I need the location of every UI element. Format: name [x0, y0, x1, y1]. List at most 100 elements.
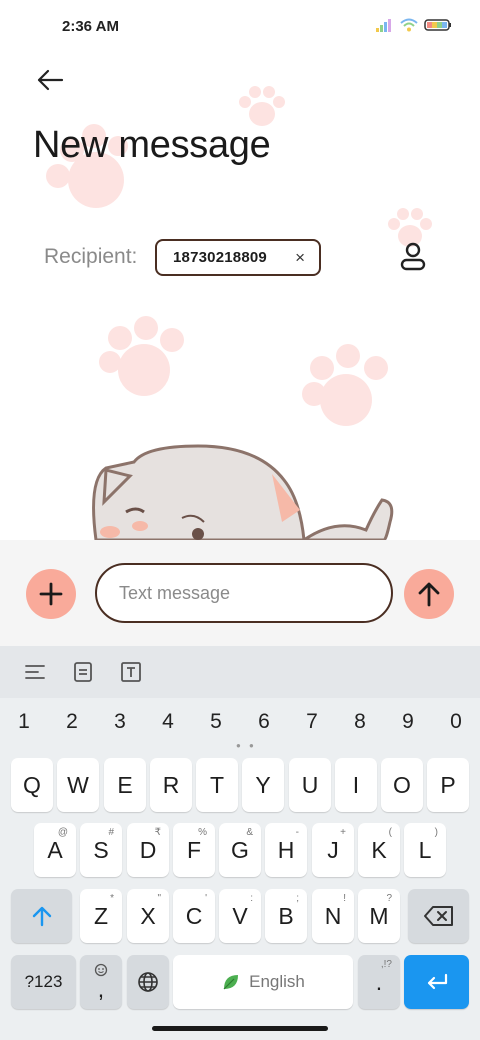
- period-hint: ,!?: [380, 959, 392, 970]
- enter-button[interactable]: [404, 955, 469, 1009]
- status-time: 2:36 AM: [62, 18, 119, 35]
- message-input[interactable]: [95, 563, 393, 623]
- key-j[interactable]: J +: [312, 823, 354, 877]
- key-d[interactable]: D ₹: [127, 823, 169, 877]
- key-label: A: [47, 836, 63, 863]
- key-label: M: [369, 902, 389, 929]
- key-5[interactable]: 5: [201, 710, 231, 734]
- key-hint: +: [340, 827, 346, 838]
- key-hint: %: [198, 827, 207, 838]
- home-indicator[interactable]: [152, 1026, 328, 1031]
- key-1[interactable]: 1: [9, 710, 39, 734]
- paw-decoration: [302, 344, 388, 426]
- emoji-comma-key[interactable]: ,: [80, 955, 122, 1009]
- key-hint: #: [108, 827, 114, 838]
- period-key[interactable]: . ,!?: [358, 955, 400, 1009]
- arrow-left-icon: [37, 69, 64, 91]
- cat-illustration: [92, 444, 394, 540]
- key-r[interactable]: R: [150, 758, 192, 812]
- back-button[interactable]: [30, 62, 70, 98]
- contacts-button[interactable]: [396, 240, 430, 274]
- symbols-button[interactable]: ?123: [11, 955, 76, 1009]
- remove-recipient-button[interactable]: ×: [295, 248, 305, 268]
- key-s[interactable]: S #: [80, 823, 122, 877]
- key-hint: :: [250, 893, 253, 904]
- key-x[interactable]: X ": [127, 889, 169, 943]
- key-label: F: [186, 836, 202, 863]
- key-a[interactable]: A @: [34, 823, 76, 877]
- key-u[interactable]: U: [289, 758, 331, 812]
- key-hint: ?: [386, 893, 392, 904]
- key-label: J: [327, 836, 339, 863]
- key-t[interactable]: T: [196, 758, 238, 812]
- space-bar[interactable]: English: [173, 955, 353, 1009]
- key-label: V: [232, 902, 248, 929]
- paw-decoration: [239, 86, 285, 126]
- key-0[interactable]: 0: [441, 710, 471, 734]
- status-bar: 2:36 AM: [0, 0, 480, 56]
- status-icons: [376, 18, 452, 32]
- key-hint: (: [388, 827, 392, 838]
- backspace-icon: [423, 906, 453, 926]
- backspace-button[interactable]: [408, 889, 469, 943]
- shift-button[interactable]: [11, 889, 72, 943]
- emoji-icon: [94, 963, 108, 977]
- key-p[interactable]: P: [427, 758, 469, 812]
- menu-icon[interactable]: [22, 659, 48, 685]
- key-o[interactable]: O: [381, 758, 423, 812]
- person-icon: [400, 242, 426, 271]
- number-row: 1 2 3 4 5 6 7 8 9 0: [0, 698, 480, 744]
- shift-arrow-icon: [32, 906, 51, 927]
- key-c[interactable]: C ': [173, 889, 215, 943]
- key-hint: ;: [296, 893, 299, 904]
- key-label: Z: [93, 902, 109, 929]
- plus-icon: [39, 582, 63, 606]
- arrow-up-icon: [418, 582, 440, 607]
- key-label: X: [140, 902, 156, 929]
- key-hint: ): [434, 827, 438, 838]
- key-label: D: [139, 836, 157, 863]
- text-format-icon[interactable]: [118, 659, 144, 685]
- clipboard-icon[interactable]: [70, 659, 96, 685]
- leaf-icon: [223, 975, 239, 990]
- key-hint: @: [57, 827, 68, 838]
- recipient-number: 18730218809: [173, 249, 267, 266]
- key-6[interactable]: 6: [249, 710, 279, 734]
- page-dots: ● ●: [236, 741, 257, 750]
- key-q[interactable]: Q: [11, 758, 53, 812]
- key-f[interactable]: F%: [173, 823, 215, 877]
- key-l[interactable]: L): [404, 823, 446, 877]
- key-8[interactable]: 8: [345, 710, 375, 734]
- send-button[interactable]: [404, 569, 454, 619]
- key-label: N: [324, 902, 342, 929]
- key-z[interactable]: Z *: [80, 889, 122, 943]
- key-3[interactable]: 3: [105, 710, 135, 734]
- key-2[interactable]: 2: [57, 710, 87, 734]
- key-label: L: [418, 836, 432, 863]
- key-m[interactable]: M?: [358, 889, 400, 943]
- language-button[interactable]: [127, 955, 169, 1009]
- key-k[interactable]: K(: [358, 823, 400, 877]
- key-hint: &: [246, 827, 253, 838]
- key-e[interactable]: E: [104, 758, 146, 812]
- key-7[interactable]: 7: [297, 710, 327, 734]
- recipient-chip[interactable]: 18730218809 ×: [155, 239, 321, 276]
- key-4[interactable]: 4: [153, 710, 183, 734]
- key-9[interactable]: 9: [393, 710, 423, 734]
- key-n[interactable]: N!: [312, 889, 354, 943]
- battery-icon: [424, 19, 451, 31]
- key-label: C: [185, 902, 203, 929]
- key-v[interactable]: V:: [219, 889, 261, 943]
- space-label: English: [249, 972, 305, 991]
- key-i[interactable]: I: [335, 758, 377, 812]
- keyboard: 1 2 3 4 5 6 7 8 9 0 ● ● Q W E R T Y U I …: [0, 646, 480, 1040]
- wifi-icon: [400, 18, 418, 32]
- key-b[interactable]: B;: [265, 889, 307, 943]
- paw-decoration: [99, 316, 184, 396]
- key-y[interactable]: Y: [242, 758, 284, 812]
- key-g[interactable]: G &: [219, 823, 261, 877]
- attach-button[interactable]: [26, 569, 76, 619]
- key-w[interactable]: W: [57, 758, 99, 812]
- signal-icon: [376, 19, 391, 32]
- key-h[interactable]: H-: [265, 823, 307, 877]
